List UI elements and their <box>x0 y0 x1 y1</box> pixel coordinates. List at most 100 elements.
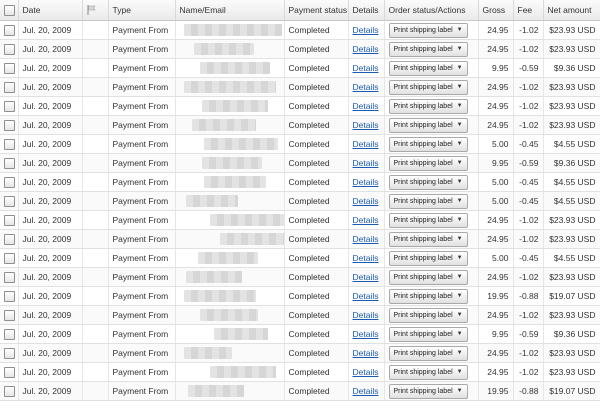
print-shipping-label-button[interactable]: Print shipping label ▼ <box>388 155 468 171</box>
print-shipping-label-button[interactable]: Print shipping label ▼ <box>388 117 468 133</box>
row-flag-cell[interactable] <box>82 58 109 78</box>
row-checkbox[interactable] <box>4 233 15 245</box>
row-checkbox[interactable] <box>4 252 15 264</box>
print-shipping-label-button[interactable]: Print shipping label ▼ <box>388 326 468 342</box>
details-link[interactable]: Details <box>353 348 379 358</box>
table-row[interactable]: Jul. 20, 2009 Payment From Completed Detail… <box>0 115 600 135</box>
print-shipping-label-button[interactable]: Print shipping label ▼ <box>388 60 468 76</box>
table-row[interactable]: Jul. 20, 2009 Payment From Completed Detail… <box>0 305 600 325</box>
table-row[interactable]: Jul. 20, 2009 Payment From Completed Detail… <box>0 191 600 211</box>
column-header-gross[interactable]: Gross <box>478 0 514 21</box>
row-checkbox[interactable] <box>4 100 15 112</box>
row-flag-cell[interactable] <box>82 324 109 344</box>
row-checkbox[interactable] <box>4 43 15 55</box>
table-row[interactable]: Jul. 20, 2009 Payment From Completed Detail… <box>0 343 600 363</box>
print-shipping-label-button[interactable]: Print shipping label ▼ <box>388 288 468 304</box>
select-all-checkbox[interactable] <box>4 4 15 16</box>
details-link[interactable]: Details <box>353 158 379 168</box>
table-row[interactable]: Jul. 20, 2009 Payment From Completed Detail… <box>0 58 600 78</box>
row-flag-cell[interactable] <box>82 248 109 268</box>
details-link[interactable]: Details <box>353 44 379 54</box>
row-flag-cell[interactable] <box>82 229 109 249</box>
row-checkbox[interactable] <box>4 328 15 340</box>
row-checkbox[interactable] <box>4 62 15 74</box>
print-shipping-label-button[interactable]: Print shipping label ▼ <box>388 307 468 323</box>
details-link[interactable]: Details <box>353 215 379 225</box>
print-shipping-label-button[interactable]: Print shipping label ▼ <box>388 383 468 399</box>
details-link[interactable]: Details <box>353 196 379 206</box>
row-flag-cell[interactable] <box>82 77 109 97</box>
table-row[interactable]: Jul. 20, 2009 Payment From Completed Detail… <box>0 210 600 230</box>
row-checkbox[interactable] <box>4 119 15 131</box>
row-checkbox[interactable] <box>4 309 15 321</box>
table-row[interactable]: Jul. 20, 2009 Payment From Completed Detail… <box>0 134 600 154</box>
row-checkbox[interactable] <box>4 24 15 36</box>
row-flag-cell[interactable] <box>82 305 109 325</box>
column-header-date[interactable]: Date <box>18 0 83 21</box>
row-flag-cell[interactable] <box>82 153 109 173</box>
print-shipping-label-button[interactable]: Print shipping label ▼ <box>388 79 468 95</box>
row-checkbox[interactable] <box>4 176 15 188</box>
details-link[interactable]: Details <box>353 177 379 187</box>
print-shipping-label-button[interactable]: Print shipping label ▼ <box>388 250 468 266</box>
print-shipping-label-button[interactable]: Print shipping label ▼ <box>388 41 468 57</box>
row-flag-cell[interactable] <box>82 134 109 154</box>
row-flag-cell[interactable] <box>82 362 109 382</box>
print-shipping-label-button[interactable]: Print shipping label ▼ <box>388 136 468 152</box>
details-link[interactable]: Details <box>353 25 379 35</box>
details-link[interactable]: Details <box>353 234 379 244</box>
details-link[interactable]: Details <box>353 367 379 377</box>
table-row[interactable]: Jul. 20, 2009 Payment From Completed Detail… <box>0 248 600 268</box>
details-link[interactable]: Details <box>353 253 379 263</box>
details-link[interactable]: Details <box>353 329 379 339</box>
column-header-type[interactable]: Type <box>108 0 176 21</box>
table-row[interactable]: Jul. 20, 2009 Payment From Completed Detail… <box>0 20 600 40</box>
column-header-fee[interactable]: Fee <box>513 0 544 21</box>
print-shipping-label-button[interactable]: Print shipping label ▼ <box>388 212 468 228</box>
details-link[interactable]: Details <box>353 139 379 149</box>
row-checkbox[interactable] <box>4 81 15 93</box>
row-flag-cell[interactable] <box>82 286 109 306</box>
table-row[interactable]: Jul. 20, 2009 Payment From Completed Detail… <box>0 229 600 249</box>
row-checkbox[interactable] <box>4 290 15 302</box>
row-flag-cell[interactable] <box>82 343 109 363</box>
details-link[interactable]: Details <box>353 120 379 130</box>
row-flag-cell[interactable] <box>82 191 109 211</box>
column-header-net-amount[interactable]: Net amount <box>543 0 600 21</box>
print-shipping-label-button[interactable]: Print shipping label ▼ <box>388 364 468 380</box>
print-shipping-label-button[interactable]: Print shipping label ▼ <box>388 269 468 285</box>
details-link[interactable]: Details <box>353 101 379 111</box>
column-header-name-email[interactable]: Name/Email <box>175 0 285 21</box>
table-row[interactable]: Jul. 20, 2009 Payment From Completed Detail… <box>0 77 600 97</box>
row-flag-cell[interactable] <box>82 39 109 59</box>
table-row[interactable]: Jul. 20, 2009 Payment From Completed Detail… <box>0 153 600 173</box>
print-shipping-label-button[interactable]: Print shipping label ▼ <box>388 98 468 114</box>
print-shipping-label-button[interactable]: Print shipping label ▼ <box>388 174 468 190</box>
row-checkbox[interactable] <box>4 214 15 226</box>
table-row[interactable]: Jul. 20, 2009 Payment From Completed Detail… <box>0 324 600 344</box>
table-row[interactable]: Jul. 20, 2009 Payment From Completed Detail… <box>0 267 600 287</box>
row-checkbox[interactable] <box>4 347 15 359</box>
table-row[interactable]: Jul. 20, 2009 Payment From Completed Detail… <box>0 286 600 306</box>
row-checkbox[interactable] <box>4 385 15 397</box>
details-link[interactable]: Details <box>353 82 379 92</box>
row-flag-cell[interactable] <box>82 267 109 287</box>
details-link[interactable]: Details <box>353 310 379 320</box>
row-checkbox[interactable] <box>4 157 15 169</box>
row-checkbox[interactable] <box>4 271 15 283</box>
row-flag-cell[interactable] <box>82 210 109 230</box>
details-link[interactable]: Details <box>353 291 379 301</box>
table-row[interactable]: Jul. 20, 2009 Payment From Completed Detail… <box>0 96 600 116</box>
row-flag-cell[interactable] <box>82 381 109 401</box>
row-checkbox[interactable] <box>4 195 15 207</box>
print-shipping-label-button[interactable]: Print shipping label ▼ <box>388 345 468 361</box>
details-link[interactable]: Details <box>353 63 379 73</box>
row-flag-cell[interactable] <box>82 96 109 116</box>
row-flag-cell[interactable] <box>82 115 109 135</box>
row-checkbox[interactable] <box>4 366 15 378</box>
column-header-payment-status[interactable]: Payment status <box>284 0 349 21</box>
print-shipping-label-button[interactable]: Print shipping label ▼ <box>388 193 468 209</box>
table-row[interactable]: Jul. 20, 2009 Payment From Completed Detail… <box>0 362 600 382</box>
print-shipping-label-button[interactable]: Print shipping label ▼ <box>388 231 468 247</box>
table-row[interactable]: Jul. 20, 2009 Payment From Completed Detail… <box>0 172 600 192</box>
